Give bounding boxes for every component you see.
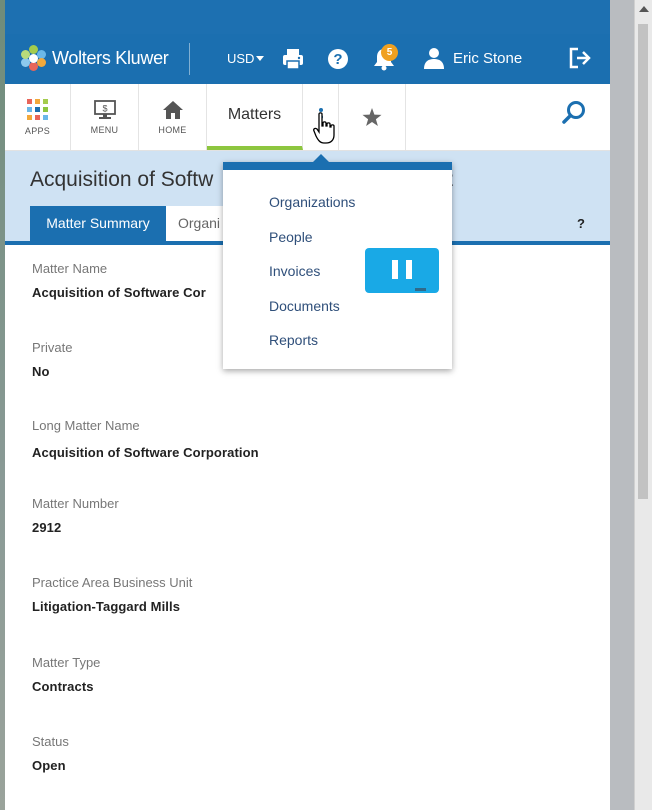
home-icon xyxy=(162,100,183,119)
field-value-practice-area: Litigation-Taggard Mills xyxy=(32,599,181,614)
nav-home-label: HOME xyxy=(158,124,187,135)
field-label-matter-number: Matter Number xyxy=(32,496,119,511)
logout-icon xyxy=(569,47,591,69)
page-help-button[interactable]: ? xyxy=(577,216,585,231)
apps-grid-icon xyxy=(26,98,48,120)
svg-text:?: ? xyxy=(333,51,342,68)
field-value-matter-name: Acquisition of Software Cor xyxy=(32,285,206,300)
scrollbar-thumb[interactable] xyxy=(638,24,648,499)
nav-matters[interactable]: Matters xyxy=(207,84,303,150)
brand-logo-link[interactable]: Wolters Kluwer xyxy=(20,45,169,71)
brand-name: Wolters Kluwer xyxy=(52,47,169,68)
nav-matters-label: Matters xyxy=(227,106,282,123)
nav-home[interactable]: HOME xyxy=(139,84,207,150)
field-label-matter-type: Matter Type xyxy=(32,655,101,670)
field-label-private: Private xyxy=(32,340,73,355)
field-value-long-matter-name: Acquisition of Software Corporation xyxy=(32,445,259,460)
currency-selector[interactable]: USD xyxy=(227,51,265,66)
logout-button[interactable] xyxy=(568,46,592,70)
print-button[interactable] xyxy=(281,47,305,71)
app-viewport: Wolters Kluwer USD ? 5 Eric Stone APPS $… xyxy=(5,0,610,810)
dropdown-pointer xyxy=(312,154,330,163)
menu-icon: $ xyxy=(93,99,116,119)
user-icon xyxy=(424,48,444,69)
app-window: Wolters Kluwer USD ? 5 Eric Stone APPS $… xyxy=(0,0,652,810)
header-divider xyxy=(189,43,190,75)
field-label-matter-name: Matter Name xyxy=(32,261,108,276)
field-value-status: Open xyxy=(32,758,66,773)
field-value-matter-number: 2912 xyxy=(32,520,62,535)
svg-text:$: $ xyxy=(102,103,107,113)
nav-favorites[interactable] xyxy=(339,84,406,150)
star-icon xyxy=(362,107,382,126)
dropdown-item-documents[interactable]: Documents xyxy=(269,298,340,314)
user-name: Eric Stone xyxy=(453,49,523,67)
user-menu[interactable]: Eric Stone xyxy=(423,47,522,69)
notification-count-badge: 5 xyxy=(381,44,398,61)
dropdown-item-organizations[interactable]: Organizations xyxy=(269,194,355,210)
nav-menu-label: MENU xyxy=(90,124,119,135)
pause-button[interactable] xyxy=(365,248,439,293)
hand-cursor-icon xyxy=(313,112,335,144)
top-header: Wolters Kluwer USD ? 5 Eric Stone xyxy=(5,0,610,84)
dropdown-item-people[interactable]: People xyxy=(269,229,313,245)
field-value-matter-type: Contracts xyxy=(32,679,94,694)
tab-organizations[interactable]: Organi xyxy=(166,206,226,241)
nav-menu[interactable]: $ MENU xyxy=(71,84,139,150)
help-icon: ? xyxy=(328,49,348,69)
search-button[interactable] xyxy=(561,100,587,131)
chevron-down-icon xyxy=(256,56,265,61)
dropdown-item-invoices[interactable]: Invoices xyxy=(269,263,320,279)
currency-label: USD xyxy=(227,51,255,66)
field-value-private: No xyxy=(32,364,50,379)
window-scrollbar[interactable] xyxy=(634,0,652,810)
search-icon xyxy=(562,101,585,124)
scroll-up-icon[interactable] xyxy=(639,6,649,12)
page-title: Acquisition of Softw xyxy=(30,168,214,191)
wolters-kluwer-logo-icon xyxy=(20,45,46,71)
tab-matter-summary[interactable]: Matter Summary xyxy=(30,206,166,241)
help-button[interactable]: ? xyxy=(327,48,349,70)
nav-apps[interactable]: APPS xyxy=(5,84,71,150)
nav-apps-label: APPS xyxy=(24,125,51,136)
field-label-status: Status xyxy=(32,734,69,749)
field-label-long-matter-name: Long Matter Name xyxy=(32,418,140,433)
main-nav: APPS $ MENU HOME Matters xyxy=(5,84,610,151)
print-icon xyxy=(283,49,303,70)
dropdown-item-reports[interactable]: Reports xyxy=(269,332,318,348)
field-label-practice-area: Practice Area Business Unit xyxy=(32,575,193,590)
